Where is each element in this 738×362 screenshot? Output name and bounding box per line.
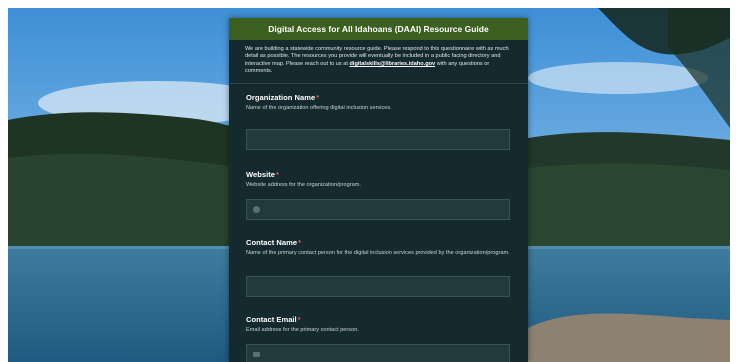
question-contact-name: Contact Name* Name of the primary contac… — [229, 238, 528, 257]
question-label: Website — [246, 170, 275, 179]
question-contact-email: Contact Email* Email address for the pri… — [229, 315, 376, 334]
globe-icon — [253, 206, 260, 213]
required-marker: * — [316, 92, 320, 102]
question-website: Website* Website address for the organiz… — [229, 170, 378, 189]
question-label: Contact Email — [246, 315, 297, 324]
contact-email-link[interactable]: digitalskills@libraries.idaho.gov — [349, 61, 435, 67]
question-organization-name: Organization Name* Name of the organizat… — [229, 93, 528, 112]
question-description: Name of the organization offering digita… — [246, 104, 392, 111]
question-label: Contact Name — [246, 238, 298, 247]
envelope-icon — [253, 352, 260, 357]
question-label: Organization Name — [246, 92, 316, 102]
required-marker: * — [298, 238, 302, 247]
question-description: Name of the primary contact person for t… — [246, 250, 510, 256]
organization-name-input[interactable] — [246, 129, 510, 150]
form-title: Digital Access for All Idahoans (DAAI) R… — [268, 24, 489, 34]
contact-email-input[interactable] — [246, 344, 510, 362]
question-description: Website address for the organization/pro… — [246, 182, 361, 188]
required-marker: * — [297, 315, 301, 324]
form-header: Digital Access for All Idahoans (DAAI) R… — [229, 18, 528, 40]
contact-name-input[interactable] — [246, 276, 510, 297]
form-intro: We are building a statewide community re… — [229, 40, 528, 84]
resource-guide-form: Digital Access for All Idahoans (DAAI) R… — [229, 18, 528, 362]
question-description: Email address for the primary contact pe… — [246, 327, 359, 333]
website-input[interactable] — [246, 199, 510, 220]
required-marker: * — [275, 170, 279, 179]
